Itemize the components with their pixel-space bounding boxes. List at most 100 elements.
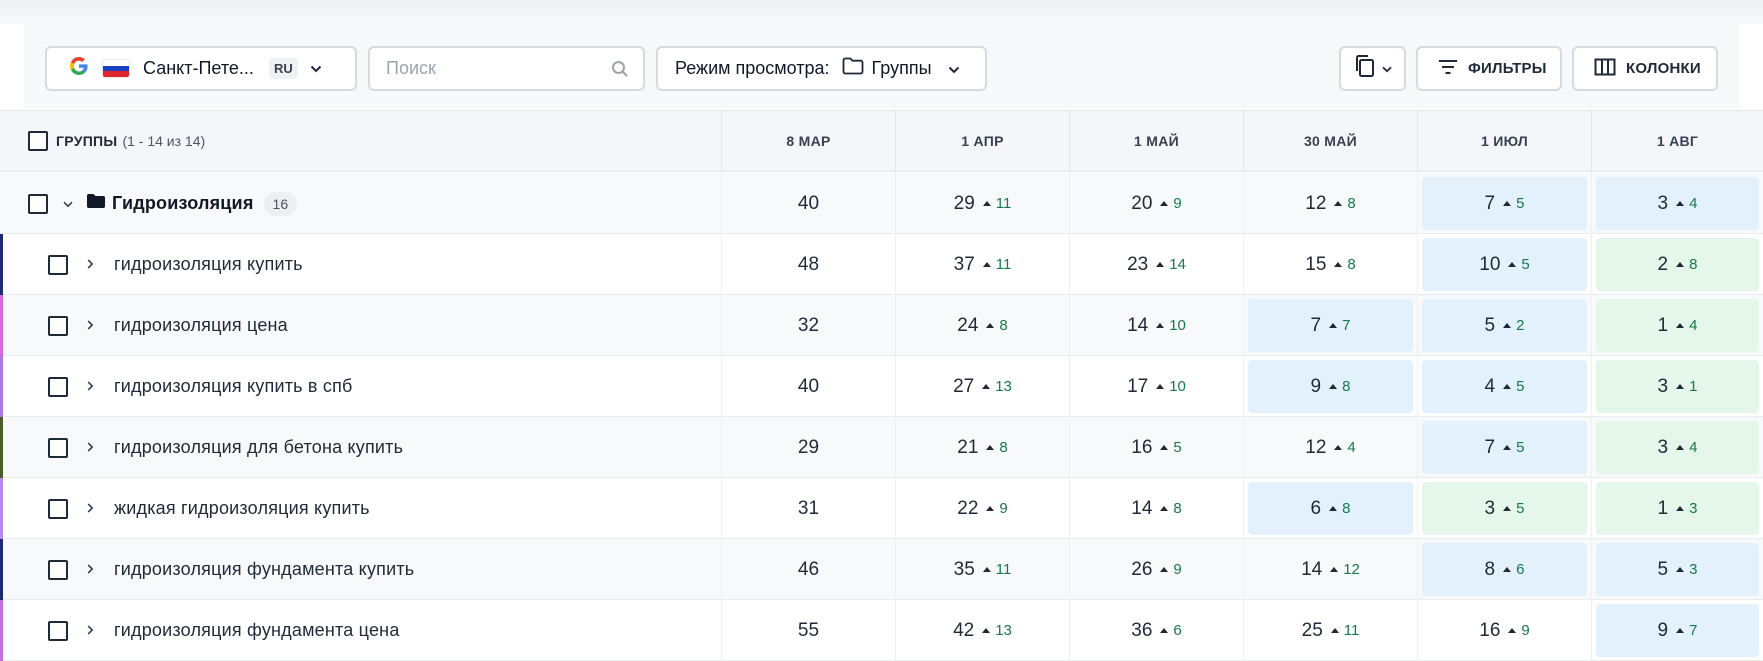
position-change-value: 3 [1689,500,1698,517]
arrow-up-icon [1503,445,1512,450]
select-all-checkbox[interactable] [28,131,48,151]
position-change: 9 [1160,195,1182,212]
column-header[interactable]: 1 ИЮЛ [1417,111,1591,171]
position-cell: 17 10 [1069,356,1243,417]
column-header[interactable]: 1 АВГ [1591,111,1763,171]
position-cell: 31 [1591,356,1763,417]
arrow-up-icon [1676,506,1685,511]
search-box[interactable] [368,46,645,91]
row-checkbox[interactable] [48,620,68,641]
position-value: 3 [1657,192,1669,214]
column-header[interactable]: 1 АПР [895,111,1069,171]
group-name: Гидроизоляция [112,193,254,213]
chevron-right-icon[interactable] [80,622,100,639]
search-icon[interactable] [611,60,629,83]
position-change: 8 [1160,500,1182,517]
position-value: 1 [1657,314,1669,336]
keyword-row[interactable]: гидроизоляция фундамента цена 55 42 13 36 6 25… [0,600,1763,661]
position-change-value: 14 [1169,256,1186,273]
keyword-row[interactable]: гидроизоляция фундамента купить 46 35 11 26 9… [0,539,1763,600]
position-cell: 75 [1417,417,1591,478]
arrow-up-icon [1329,323,1338,328]
position-cell: 77 [1243,295,1417,356]
position-cell: 16 9 [1417,600,1591,661]
search-input[interactable] [386,58,606,79]
arrow-up-icon [1160,445,1169,450]
position-change-value: 7 [1689,622,1698,639]
chevron-right-icon[interactable] [80,317,100,334]
table-header: ГРУППЫ (1 - 14 из 14) 8 МАР 1 АПР 1 МАЙ … [0,110,1763,172]
group-row[interactable]: Гидроизоляция 16 40 29 11 20 9 12 8 7 5 3 4 [0,173,1763,234]
position-change-value: 13 [995,622,1012,639]
position-change-value: 5 [1516,378,1525,395]
position-change-value: 11 [995,195,1012,212]
row-name-cell: гидроизоляция купить в спб [0,356,721,417]
keyword-text[interactable]: гидроизоляция купить в спб [114,376,353,397]
position-change-value: 5 [1521,256,1530,273]
keyword-text[interactable]: гидроизоляция фундамента купить [114,559,414,580]
keyword-text[interactable]: гидроизоляция для бетона купить [114,437,403,458]
arrow-up-icon [1676,384,1685,389]
row-checkbox[interactable] [48,315,68,336]
keyword-text[interactable]: гидроизоляция купить [114,254,303,275]
position-value: 55 [797,619,820,641]
position-cell: 40 [721,356,895,417]
arrow-up-icon [986,323,995,328]
position-value: 3 [1657,436,1669,458]
position-cell: 98 [1243,356,1417,417]
position-change: 11 [982,256,1011,273]
chevron-right-icon[interactable] [80,500,100,517]
row-checkbox[interactable] [48,376,68,397]
position-change: 5 [1503,378,1524,395]
columns-button[interactable]: КОЛОНКИ [1572,46,1718,91]
location-selector[interactable]: Санкт-Пете... RU [45,46,357,91]
arrow-up-icon [982,262,991,267]
position-change: 4 [1334,439,1356,456]
arrow-up-icon [982,567,991,572]
position-cell: 16 5 [1069,417,1243,478]
column-header[interactable]: 30 МАЙ [1243,111,1417,171]
row-checkbox[interactable] [48,437,68,458]
arrow-up-icon [1160,628,1169,633]
position-change: 9 [1160,561,1182,578]
keyword-row[interactable]: гидроизоляция цена 32 24 8 14 10 7 7 5 2 1 4 [0,295,1763,356]
row-checkbox[interactable] [48,254,68,275]
chevron-down-icon[interactable] [58,195,78,212]
copy-icon [1354,54,1376,83]
position-value: 17 [1127,375,1149,397]
arrow-up-icon [1156,262,1165,267]
columns-icon [1594,58,1616,80]
keyword-row[interactable]: жидкая гидроизоляция купить 31 22 9 14 8 6 8 3 5 1… [0,478,1763,539]
position-value: 42 [953,619,975,641]
keyword-row[interactable]: гидроизоляция для бетона купить 29 21 8 16 5 1… [0,417,1763,478]
position-change: 13 [982,622,1012,639]
position-value: 10 [1479,253,1501,275]
arrow-up-icon [1503,323,1512,328]
keyword-row[interactable]: гидроизоляция купить 48 37 11 23 14 15 8 10 5 2 8 [0,234,1763,295]
filters-button[interactable]: ФИЛЬТРЫ [1416,46,1562,91]
position-value: 2 [1657,253,1669,275]
position-cell: 53 [1591,539,1763,600]
chevron-down-icon [310,60,322,78]
chevron-right-icon[interactable] [80,378,100,395]
position-change-value: 5 [1516,500,1525,517]
view-mode-label: Режим просмотра: [675,58,830,78]
row-checkbox[interactable] [28,193,48,214]
chevron-right-icon[interactable] [80,256,100,273]
keyword-text[interactable]: гидроизоляция фундамента цена [114,620,400,641]
keyword-row[interactable]: гидроизоляция купить в спб 40 27 13 17 10 9 8 4 5… [0,356,1763,417]
copy-button[interactable] [1339,46,1406,91]
keyword-text[interactable]: гидроизоляция цена [114,315,288,336]
position-change-value: 8 [1347,256,1356,273]
position-change-value: 8 [1173,500,1182,517]
column-header[interactable]: 8 МАР [721,111,895,171]
row-checkbox[interactable] [48,559,68,580]
chevron-right-icon[interactable] [80,561,100,578]
position-change-value: 8 [1342,500,1351,517]
keyword-text[interactable]: жидкая гидроизоляция купить [114,498,370,519]
chevron-right-icon[interactable] [80,439,100,456]
view-mode-selector[interactable]: Режим просмотра: Группы [656,46,987,91]
column-header[interactable]: 1 МАЙ [1069,111,1243,171]
row-checkbox[interactable] [48,498,68,519]
position-change: 6 [1503,561,1524,578]
